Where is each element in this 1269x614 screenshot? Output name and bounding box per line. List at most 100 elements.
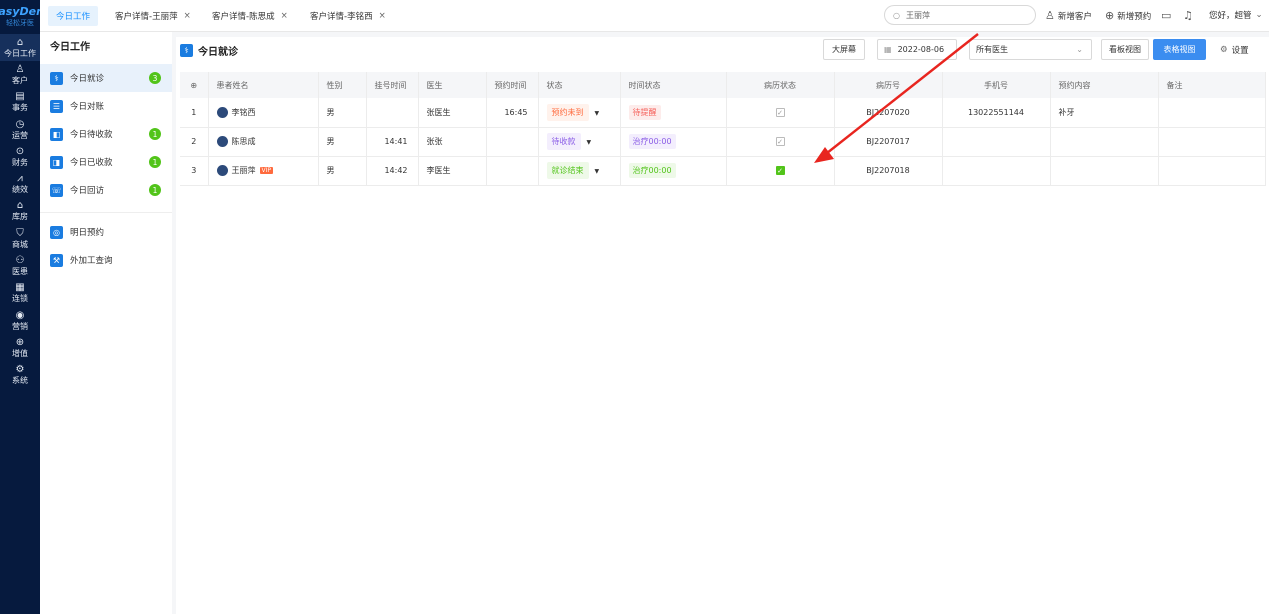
time-status-badge: 待提醒	[628, 104, 661, 120]
column-header: 手机号	[942, 72, 1051, 98]
rail-item[interactable]: ♙ 客户	[0, 61, 40, 88]
patient-name-cell[interactable]: 王丽萍 VIP	[208, 156, 319, 186]
user-menu[interactable]: 您好，超管 ⌄	[1209, 9, 1263, 21]
big-screen-button[interactable]: 大屏幕	[823, 39, 865, 60]
sidebar-item[interactable]: ◨ 今日已收款 1	[40, 148, 172, 176]
marketing-icon: ◉	[15, 309, 25, 321]
status-cell[interactable]: 预约未到 ▼	[538, 98, 621, 128]
sidebar-item[interactable]: ☰ 今日对账	[40, 92, 172, 120]
rail-item[interactable]: ◉ 营销	[0, 307, 40, 334]
search-icon: ○	[893, 10, 900, 20]
rail-item-label: 增值	[12, 348, 28, 358]
sidebar-item[interactable]: ☏ 今日回访 1	[40, 176, 172, 204]
sidebar-item[interactable]: ⚒ 外加工查询	[40, 246, 172, 274]
new-customer-button[interactable]: ♙ 新增客户	[1045, 9, 1092, 22]
phone-cell	[942, 156, 1051, 186]
rail-item[interactable]: ⚇ 医患	[0, 252, 40, 279]
rail-item[interactable]: ▤ 事务	[0, 89, 40, 116]
caret-down-icon[interactable]: ▼	[595, 168, 600, 175]
caret-down-icon[interactable]: ▼	[587, 139, 592, 146]
column-header: 患者姓名	[208, 72, 319, 98]
remark-cell	[1158, 98, 1266, 128]
reg-time-cell	[366, 98, 419, 128]
sidebar-item-label: 今日就诊	[70, 74, 105, 84]
affairs-icon: ▤	[15, 91, 25, 103]
record-status-cell[interactable]: ✓	[726, 127, 835, 157]
new-customer-label: 新增客户	[1057, 11, 1092, 22]
rail-item-label: 今日工作	[4, 48, 36, 58]
column-settings-icon[interactable]: ⊕	[180, 72, 209, 98]
rail-item-label: 财务	[12, 157, 28, 167]
rail-item[interactable]: ⛉ 商城	[0, 225, 40, 252]
sidebar-item[interactable]: ⚕ 今日就诊 3	[40, 64, 172, 92]
settings-label: 设置	[1231, 46, 1249, 56]
chain-icon: ▦	[15, 282, 25, 294]
reg-time-cell: 14:41	[366, 127, 419, 157]
rail-item-label: 商城	[12, 239, 28, 249]
search-input[interactable]: ○ 王丽萍	[884, 5, 1036, 25]
kanban-view-button[interactable]: 看板视图	[1101, 39, 1149, 60]
message-button[interactable]: ▭	[1161, 9, 1174, 22]
sidebar-item-label: 明日预约	[70, 228, 105, 238]
notification-button[interactable]: ♫	[1183, 9, 1196, 22]
reg-time-cell: 14:42	[366, 156, 419, 186]
doctor-select[interactable]: 所有医生 ⌄	[969, 39, 1092, 60]
sidebar-item-label: 外加工查询	[70, 256, 113, 266]
close-icon[interactable]: ×	[281, 11, 288, 21]
table-row[interactable]: 2 陈思成 男 14:41 张张 待收款 ▼ 治疗00:00 ✓ BJ2207017	[180, 127, 1266, 157]
patient-name-cell[interactable]: 李铭西	[208, 98, 319, 128]
divider	[40, 212, 172, 213]
tab-customer-wang[interactable]: 客户详情-王丽萍 ×	[115, 6, 191, 26]
rail-item[interactable]: ⊕ 增值	[0, 334, 40, 361]
checkbox[interactable]: ✓	[775, 107, 785, 117]
close-icon[interactable]: ×	[184, 11, 191, 21]
sub-sidebar-title: 今日工作	[50, 42, 90, 53]
rail-item[interactable]: ⌂ 库房	[0, 198, 40, 225]
patient-name: 陈思成	[231, 137, 256, 146]
close-icon[interactable]: ×	[379, 11, 386, 21]
status-text: 待收款	[551, 137, 576, 146]
caret-down-icon[interactable]: ▼	[595, 110, 600, 117]
new-appointment-label: 新增预约	[1117, 11, 1152, 22]
row-number: 3	[180, 156, 209, 186]
rail-item-label: 事务	[12, 103, 28, 113]
visit-icon: ⚕	[50, 71, 63, 85]
greeting-text: 您好，超管	[1209, 11, 1252, 21]
tab-customer-chen[interactable]: 客户详情-陈思成 ×	[212, 6, 288, 26]
record-status-cell[interactable]: ✓	[726, 98, 835, 128]
status-cell[interactable]: 待收款 ▼	[538, 127, 621, 157]
column-header: 预约时间	[486, 72, 539, 98]
settings-button[interactable]: ⚙ 设置	[1220, 44, 1249, 56]
checkbox[interactable]: ✓	[775, 166, 785, 175]
table-view-button[interactable]: 表格视图	[1153, 39, 1206, 60]
outsourcing-icon: ⚒	[50, 253, 63, 267]
rail-item[interactable]: ▦ 连锁	[0, 280, 40, 307]
rail-item[interactable]: ◷ 运营	[0, 116, 40, 143]
patient-name-cell[interactable]: 陈思成	[208, 127, 319, 157]
record-no-cell: BJ2207018	[834, 156, 943, 186]
sidebar-item[interactable]: ◎ 明日预约	[40, 218, 172, 246]
rail-item[interactable]: ⊙ 财务	[0, 143, 40, 170]
visit-icon: ⚕	[180, 44, 193, 57]
customer-icon: ♙	[15, 63, 25, 75]
search-value: 王丽萍	[905, 10, 930, 20]
column-header: 性别	[318, 72, 367, 98]
patient-name: 王丽萍	[231, 166, 256, 175]
tab-today-work[interactable]: 今日工作	[48, 6, 99, 26]
table-row[interactable]: 1 李铭西 男 张医生 16:45 预约未到 ▼ 待提醒 ✓ BJ2207020 130225511…	[180, 98, 1266, 128]
rail-item[interactable]: ⚙ 系统	[0, 362, 40, 389]
column-header: 病历状态	[726, 72, 835, 98]
sidebar-item[interactable]: ◧ 今日待收款 1	[40, 120, 172, 148]
new-appointment-button[interactable]: ⊕ 新增预约	[1105, 9, 1151, 22]
table-row[interactable]: 3 王丽萍 VIP 男 14:42 李医生 就诊结束 ▼ 治疗00:00 ✓ BJ2207018	[180, 156, 1266, 186]
patient-name: 李铭西	[231, 107, 256, 117]
date-picker[interactable]: ▦ 2022-08-06	[877, 39, 957, 60]
mall-icon: ⛉	[16, 227, 24, 239]
status-cell[interactable]: 就诊结束 ▼	[538, 156, 621, 186]
rail-item[interactable]: ⩘ 绩效	[0, 170, 40, 197]
rail-item[interactable]: ⌂ 今日工作	[0, 34, 40, 62]
tab-customer-li[interactable]: 客户详情-李铭西 ×	[310, 6, 386, 26]
checkbox[interactable]: ✓	[775, 137, 785, 146]
home-icon: ⌂	[16, 36, 24, 48]
record-status-cell[interactable]: ✓	[726, 156, 835, 186]
